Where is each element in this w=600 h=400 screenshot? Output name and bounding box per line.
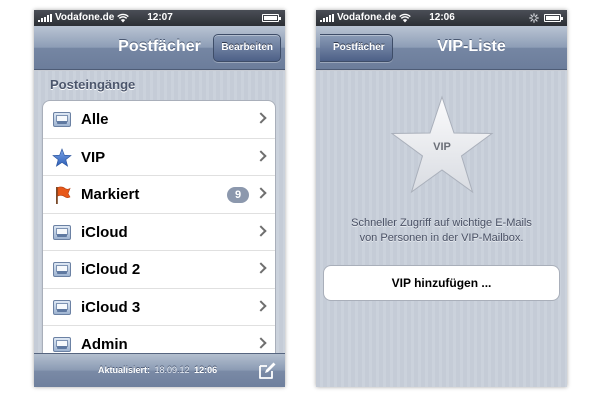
mailbox-row-alle[interactable]: Alle: [43, 101, 275, 139]
compose-icon[interactable]: [257, 361, 277, 381]
carrier-name: Vodafone.de: [337, 12, 397, 23]
mailbox-icon: [52, 223, 72, 243]
page-title: VIP-Liste: [437, 38, 506, 55]
edit-button[interactable]: Bearbeiten: [213, 34, 281, 62]
mailbox-icon: [52, 260, 72, 280]
carrier-name: Vodafone.de: [55, 12, 115, 23]
status-bar: Vodafone.de 12:06: [316, 10, 567, 26]
mailbox-label: iCloud 2: [81, 261, 141, 278]
chevron-right-icon: [255, 224, 267, 237]
back-button-label: Postfächer: [333, 42, 385, 53]
battery-icon: [262, 14, 281, 22]
activity-spinner-icon: [529, 13, 539, 23]
last-updated-status: Aktualisiert: 18.09.12 12:06: [98, 365, 217, 375]
vip-description: Schneller Zugriff auf wichtige E-Mails v…: [326, 216, 557, 246]
vip-star-label: VIP: [433, 141, 451, 153]
updated-date: 18.09.12: [154, 365, 190, 375]
chevron-right-icon: [255, 149, 267, 162]
chevron-right-icon: [255, 337, 267, 349]
mailboxes-screen: Vodafone.de 12:07 Postfächer Bearbeiten …: [34, 10, 285, 387]
section-header-inboxes: Posteingänge: [50, 77, 136, 92]
status-time: 12:06: [429, 12, 455, 23]
navigation-bar: Postfächer Bearbeiten: [34, 26, 285, 70]
mailbox-icon: [52, 110, 72, 130]
mailbox-row-icloud-3[interactable]: iCloud 3: [43, 289, 275, 326]
status-time: 12:07: [147, 12, 173, 23]
wifi-icon: [117, 13, 129, 23]
signal-icon: [38, 14, 54, 22]
mailbox-list: Alle VIP Markiert 9 iCloud iCloud 2 iClo…: [42, 100, 276, 365]
flag-icon: [56, 186, 71, 204]
vip-empty-state: VIP Schneller Zugriff auf wichtige E-Mai…: [316, 71, 567, 387]
mailbox-icon: [52, 298, 72, 318]
back-button[interactable]: Postfächer: [320, 34, 393, 62]
mailbox-row-vip[interactable]: VIP: [43, 139, 275, 176]
mailbox-label: Admin: [81, 336, 128, 353]
mailbox-row-markiert[interactable]: Markiert 9: [43, 176, 275, 214]
chevron-right-icon: [255, 262, 267, 274]
updated-label: Aktualisiert:: [98, 365, 151, 375]
signal-icon: [320, 14, 336, 22]
vip-description-line-1: Schneller Zugriff auf wichtige E-Mails: [351, 217, 532, 229]
chevron-right-icon: [255, 299, 267, 312]
mailbox-label: Alle: [81, 111, 109, 128]
navigation-bar: VIP-Liste Postfächer: [316, 26, 567, 70]
mailbox-label: Markiert: [81, 186, 140, 203]
add-vip-button[interactable]: VIP hinzufügen ...: [323, 265, 560, 301]
mailbox-icon: [52, 335, 72, 355]
bottom-toolbar: Aktualisiert: 18.09.12 12:06: [34, 353, 285, 387]
chevron-right-icon: [255, 187, 267, 199]
status-bar: Vodafone.de 12:07: [34, 10, 285, 26]
mailbox-list-area: Posteingänge Alle VIP Markiert 9 iCloud …: [34, 71, 285, 365]
mailbox-row-icloud[interactable]: iCloud: [43, 214, 275, 251]
mailbox-label: iCloud: [81, 223, 128, 241]
mailbox-row-icloud-2[interactable]: iCloud 2: [43, 251, 275, 289]
mailbox-label: iCloud 3: [81, 298, 141, 316]
updated-time: 12:06: [194, 365, 218, 375]
mailbox-label: VIP: [81, 148, 106, 166]
battery-icon: [544, 14, 563, 22]
wifi-icon: [399, 13, 411, 23]
chevron-right-icon: [255, 112, 267, 124]
unread-count-badge: 9: [227, 187, 249, 203]
vip-description-line-2: von Personen in der VIP-Mailbox.: [359, 232, 524, 244]
star-icon: [52, 147, 72, 167]
vip-list-screen: Vodafone.de 12:06 VIP-Liste Postfächer V…: [316, 10, 567, 387]
